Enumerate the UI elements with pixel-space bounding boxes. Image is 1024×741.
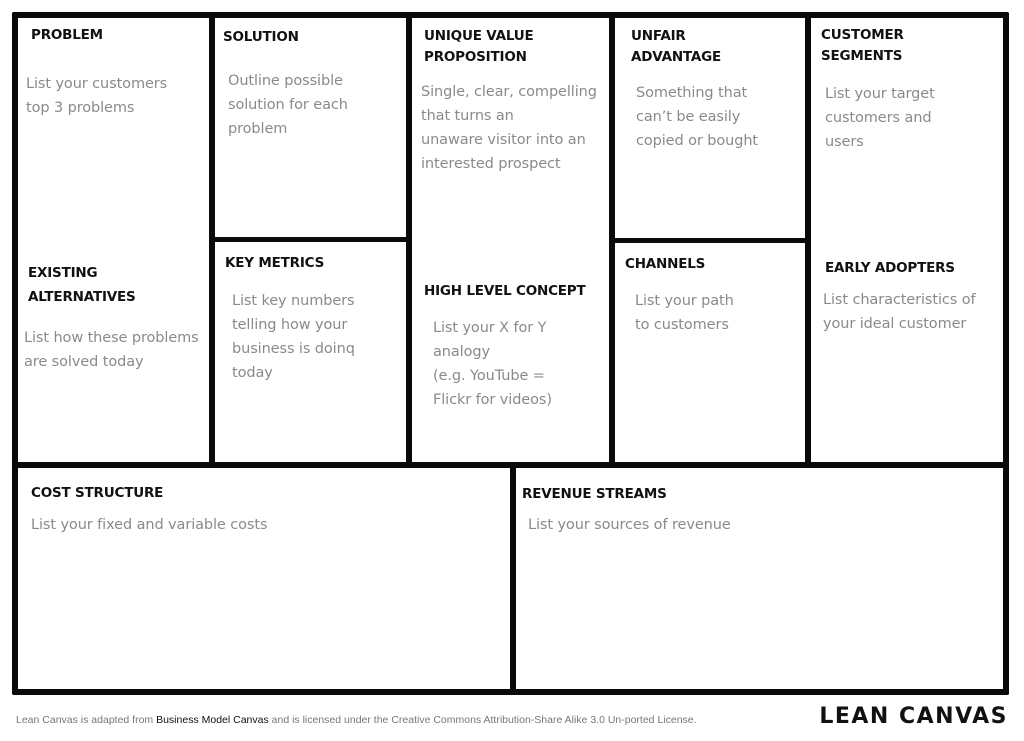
problem-description: List your customers top 3 problems <box>26 76 168 116</box>
revenue-streams-description: List your sources of revenue <box>528 517 731 533</box>
lean-canvas-logo: LEAN CANVAS <box>819 704 1008 729</box>
key-metrics-block[interactable]: KEY METRICS List key numbers telling how… <box>215 242 406 462</box>
channels-block[interactable]: CHANNELS List your path to customers <box>615 243 805 462</box>
existing-alternatives-title: EXISTING ALTERNATIVES <box>28 265 136 305</box>
channels-title: CHANNELS <box>625 256 706 272</box>
existing-alternatives-description: List how these problems are solved today <box>24 330 199 370</box>
revenue-streams-title: REVENUE STREAMS <box>522 486 667 502</box>
key-metrics-description: List key numbers telling how your busine… <box>232 293 355 381</box>
unfair-advantage-block[interactable]: UNFAIR ADVANTAGE Something that can’t be… <box>615 18 805 238</box>
channels-description: List your path to customers <box>635 293 734 333</box>
license-note: Lean Canvas is adapted from Business Mod… <box>16 714 697 726</box>
cost-structure-description: List your fixed and variable costs <box>31 517 268 533</box>
key-metrics-title: KEY METRICS <box>225 255 325 271</box>
early-adopters-title: EARLY ADOPTERS <box>825 260 955 276</box>
unique-value-proposition-title: UNIQUE VALUE PROPOSITION <box>424 28 534 65</box>
license-suffix: and is licensed under the Creative Commo… <box>268 714 697 726</box>
frame-right <box>1003 12 1009 695</box>
unfair-advantage-title: UNFAIR ADVANTAGE <box>631 28 722 65</box>
cost-structure-block[interactable]: COST STRUCTURE List your fixed and varia… <box>18 468 510 689</box>
problem-title: PROBLEM <box>31 27 103 43</box>
high-level-concept-title: HIGH LEVEL CONCEPT <box>424 283 586 299</box>
customer-segments-title: CUSTOMER SEGMENTS <box>821 27 904 64</box>
solution-title: SOLUTION <box>223 29 299 45</box>
unique-value-proposition-description: Single, clear, compelling that turns an … <box>421 84 597 172</box>
solution-block[interactable]: SOLUTION Outline possible solution for e… <box>215 18 406 237</box>
high-level-concept-description: List your X for Y analogy (e.g. YouTube … <box>433 320 552 408</box>
cost-structure-title: COST STRUCTURE <box>31 485 164 501</box>
customer-segments-block[interactable]: CUSTOMER SEGMENTS List your target custo… <box>811 18 1003 462</box>
customer-segments-description: List your target customers and users <box>825 86 935 150</box>
license-prefix: Lean Canvas is adapted from <box>16 714 157 726</box>
revenue-streams-block[interactable]: REVENUE STREAMS List your sources of rev… <box>516 468 1003 689</box>
solution-description: Outline possible solution for each probl… <box>228 73 348 137</box>
early-adopters-description: List characteristics of your ideal custo… <box>823 292 976 332</box>
unique-value-proposition-block[interactable]: UNIQUE VALUE PROPOSITION Single, clear, … <box>412 18 609 462</box>
lean-canvas: PROBLEM List your customers top 3 proble… <box>0 0 1024 741</box>
problem-block[interactable]: PROBLEM List your customers top 3 proble… <box>18 18 209 462</box>
business-model-canvas-link[interactable]: Business Model Canvas <box>156 714 269 726</box>
unfair-advantage-description: Something that can’t be easily copied or… <box>636 85 758 149</box>
